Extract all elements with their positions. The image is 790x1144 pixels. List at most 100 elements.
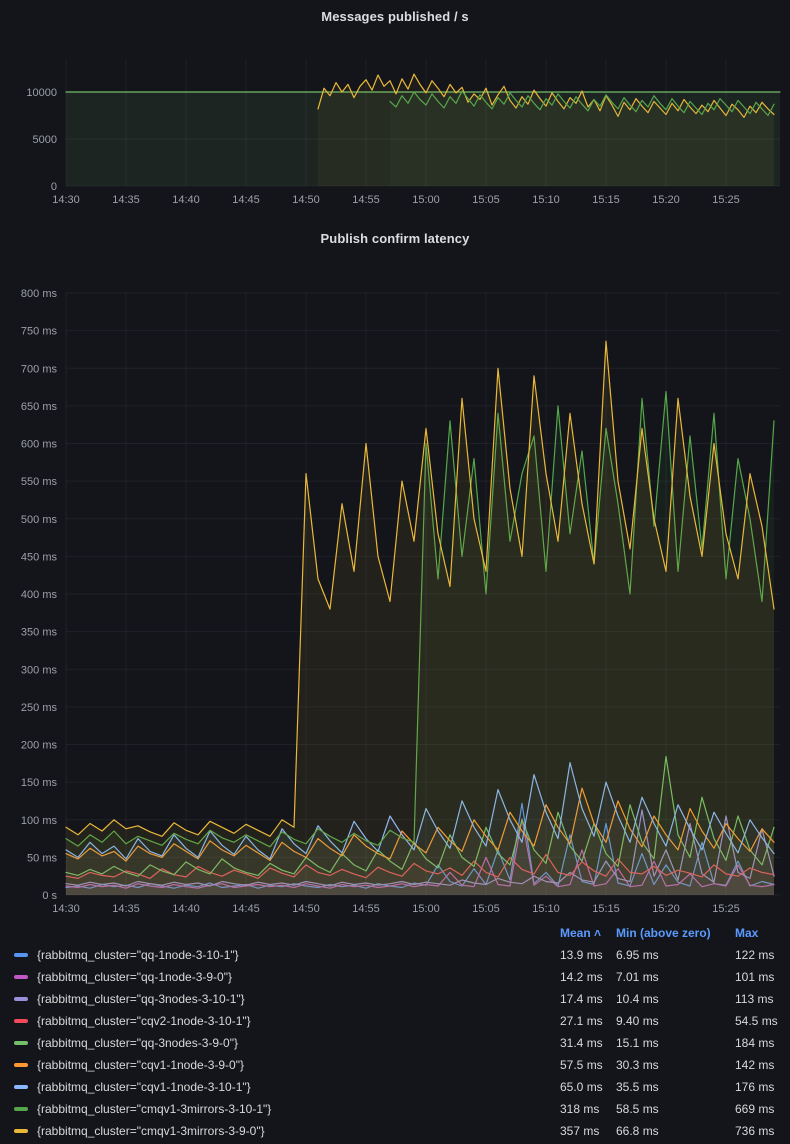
y-axis-label: 0 xyxy=(51,181,57,193)
series-min-value: 10.4 ms xyxy=(616,992,735,1006)
series-max-value: 142 ms xyxy=(735,1058,790,1072)
series-mean-value: 318 ms xyxy=(560,1102,616,1116)
y-axis-label: 300 ms xyxy=(21,664,58,676)
y-axis-label: 250 ms xyxy=(21,702,58,714)
x-axis-label: 14:55 xyxy=(352,903,380,915)
x-axis-label: 15:25 xyxy=(712,194,740,206)
series-color-swatch xyxy=(14,1107,28,1111)
legend-row[interactable]: {rabbitmq_cluster="cqv2-1node-3-10-1"}27… xyxy=(0,1010,790,1032)
x-axis-label: 14:40 xyxy=(172,194,200,206)
series-min-value: 7.01 ms xyxy=(616,970,735,984)
y-axis-label: 550 ms xyxy=(21,476,58,488)
series-mean-value: 65.0 ms xyxy=(560,1080,616,1094)
x-axis-label: 15:15 xyxy=(592,194,620,206)
y-axis-label: 600 ms xyxy=(21,439,58,451)
y-axis-label: 200 ms xyxy=(21,740,58,752)
y-axis-label: 50 ms xyxy=(27,852,57,864)
publish-confirm-latency-chart[interactable]: 14:3014:3514:4014:4514:5014:5515:0015:05… xyxy=(0,254,790,922)
legend-header: Mean ˄ Min (above zero) Max xyxy=(0,922,790,944)
y-axis-label: 0 s xyxy=(42,890,57,902)
y-axis-label: 100 ms xyxy=(21,815,58,827)
x-axis-label: 14:30 xyxy=(52,194,80,206)
x-axis-label: 15:05 xyxy=(472,903,500,915)
legend-header-mean[interactable]: Mean ˄ xyxy=(560,926,616,940)
panel-title-messages-published[interactable]: Messages published / s xyxy=(0,0,790,32)
x-axis-label: 14:45 xyxy=(232,903,260,915)
legend-row[interactable]: {rabbitmq_cluster="cqv1-1node-3-9-0"}57.… xyxy=(0,1054,790,1076)
series-mean-value: 14.2 ms xyxy=(560,970,616,984)
x-axis-label: 14:30 xyxy=(52,903,80,915)
series-label[interactable]: {rabbitmq_cluster="cmqv1-3mirrors-3-10-1… xyxy=(37,1102,560,1116)
series-label[interactable]: {rabbitmq_cluster="cqv1-1node-3-10-1"} xyxy=(37,1080,560,1094)
series-label[interactable]: {rabbitmq_cluster="cqv2-1node-3-10-1"} xyxy=(37,1014,560,1028)
x-axis-label: 14:40 xyxy=(172,903,200,915)
series-label[interactable]: {rabbitmq_cluster="qq-3nodes-3-10-1"} xyxy=(37,992,560,1006)
series-label[interactable]: {rabbitmq_cluster="qq-1node-3-9-0"} xyxy=(37,970,560,984)
x-axis-label: 15:20 xyxy=(652,903,680,915)
legend-row[interactable]: {rabbitmq_cluster="qq-3nodes-3-10-1"}17.… xyxy=(0,988,790,1010)
series-mean-value: 57.5 ms xyxy=(560,1058,616,1072)
x-axis-label: 14:50 xyxy=(292,194,320,206)
panel-title-publish-confirm-latency[interactable]: Publish confirm latency xyxy=(0,208,790,254)
series-min-value: 15.1 ms xyxy=(616,1036,735,1050)
series-color-swatch xyxy=(14,953,28,957)
y-axis-label: 650 ms xyxy=(21,401,58,413)
x-axis-label: 15:00 xyxy=(412,903,440,915)
series-max-value: 101 ms xyxy=(735,970,790,984)
legend-row[interactable]: {rabbitmq_cluster="cmqv1-3mirrors-3-9-0"… xyxy=(0,1120,790,1142)
y-axis-label: 10000 xyxy=(26,87,57,99)
legend-row[interactable]: {rabbitmq_cluster="qq-1node-3-9-0"}14.2 … xyxy=(0,966,790,988)
series-color-swatch xyxy=(14,997,28,1001)
series-color-swatch xyxy=(14,1019,28,1023)
dashboard: Messages published / s 14:3014:3514:4014… xyxy=(0,0,790,1142)
series-max-value: 113 ms xyxy=(735,992,790,1006)
series-color-swatch xyxy=(14,1085,28,1089)
legend-header-max[interactable]: Max xyxy=(735,926,790,940)
x-axis-label: 14:55 xyxy=(352,194,380,206)
series-mean-value: 13.9 ms xyxy=(560,948,616,962)
x-axis-label: 14:35 xyxy=(112,194,140,206)
legend-row[interactable]: {rabbitmq_cluster="cmqv1-3mirrors-3-10-1… xyxy=(0,1098,790,1120)
series-label[interactable]: {rabbitmq_cluster="cmqv1-3mirrors-3-9-0"… xyxy=(37,1124,560,1138)
series-color-swatch xyxy=(14,1063,28,1067)
series-max-value: 122 ms xyxy=(735,948,790,962)
series-label[interactable]: {rabbitmq_cluster="qq-1node-3-10-1"} xyxy=(37,948,560,962)
y-axis-label: 350 ms xyxy=(21,627,58,639)
legend-header-min[interactable]: Min (above zero) xyxy=(616,926,735,940)
series-mean-value: 27.1 ms xyxy=(560,1014,616,1028)
legend-row[interactable]: {rabbitmq_cluster="qq-1node-3-10-1"}13.9… xyxy=(0,944,790,966)
y-axis-label: 500 ms xyxy=(21,514,58,526)
y-axis-label: 150 ms xyxy=(21,777,58,789)
x-axis-label: 15:10 xyxy=(532,903,560,915)
series-color-swatch xyxy=(14,1129,28,1133)
series-color-swatch xyxy=(14,1041,28,1045)
x-axis-label: 14:45 xyxy=(232,194,260,206)
y-axis-label: 750 ms xyxy=(21,326,58,338)
series-min-value: 6.95 ms xyxy=(616,948,735,962)
x-axis-label: 15:20 xyxy=(652,194,680,206)
y-axis-label: 5000 xyxy=(33,134,57,146)
legend-row[interactable]: {rabbitmq_cluster="cqv1-1node-3-10-1"}65… xyxy=(0,1076,790,1098)
series-min-value: 30.3 ms xyxy=(616,1058,735,1072)
series-mean-value: 17.4 ms xyxy=(560,992,616,1006)
x-axis-label: 15:05 xyxy=(472,194,500,206)
x-axis-label: 15:00 xyxy=(412,194,440,206)
legend-table: Mean ˄ Min (above zero) Max {rabbitmq_cl… xyxy=(0,922,790,1142)
series-label[interactable]: {rabbitmq_cluster="cqv1-1node-3-9-0"} xyxy=(37,1058,560,1072)
series-max-value: 54.5 ms xyxy=(735,1014,790,1028)
series-max-value: 669 ms xyxy=(735,1102,790,1116)
legend-row[interactable]: {rabbitmq_cluster="qq-3nodes-3-9-0"}31.4… xyxy=(0,1032,790,1054)
series-max-value: 736 ms xyxy=(735,1124,790,1138)
series-max-value: 184 ms xyxy=(735,1036,790,1050)
messages-published-chart[interactable]: 14:30 14:35 14:40 14:45 14:50 14:55 15:00 15:05… xyxy=(0,32,790,208)
series-min-value: 9.40 ms xyxy=(616,1014,735,1028)
legend-rows: {rabbitmq_cluster="qq-1node-3-10-1"}13.9… xyxy=(0,944,790,1142)
series-mean-value: 357 ms xyxy=(560,1124,616,1138)
x-axis-label: 14:50 xyxy=(292,903,320,915)
series-min-value: 58.5 ms xyxy=(616,1102,735,1116)
series-color-swatch xyxy=(14,975,28,979)
x-axis-label: 15:25 xyxy=(712,903,740,915)
x-axis-label: 15:10 xyxy=(532,194,560,206)
series-label[interactable]: {rabbitmq_cluster="qq-3nodes-3-9-0"} xyxy=(37,1036,560,1050)
series-min-value: 66.8 ms xyxy=(616,1124,735,1138)
